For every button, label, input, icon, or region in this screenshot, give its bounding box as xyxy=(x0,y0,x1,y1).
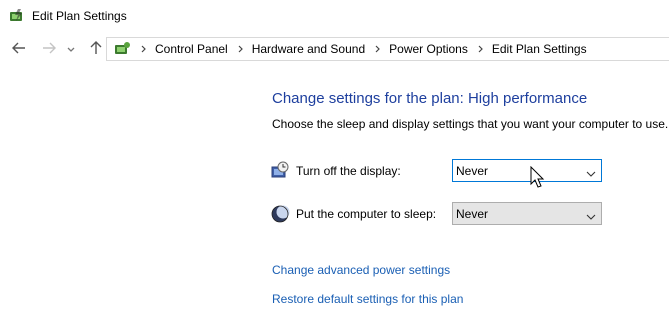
display-timeout-dropdown[interactable]: Never xyxy=(452,159,602,182)
arrow-up-icon xyxy=(90,40,102,58)
title-bar: Edit Plan Settings xyxy=(0,0,669,32)
chevron-right-icon xyxy=(476,44,486,54)
navigation-bar: Control Panel Hardware and Sound Power O… xyxy=(0,34,669,64)
display-setting-label: Turn off the display: xyxy=(296,164,401,178)
window-title: Edit Plan Settings xyxy=(32,9,127,23)
sleep-timeout-value: Never xyxy=(456,207,489,221)
chevron-down-icon xyxy=(586,210,596,220)
page-title: Change settings for the plan: High perfo… xyxy=(272,90,588,107)
power-options-icon xyxy=(9,8,25,24)
display-clock-icon xyxy=(270,161,290,181)
display-timeout-value: Never xyxy=(456,164,489,178)
chevron-right-icon xyxy=(373,44,383,54)
chevron-right-icon xyxy=(139,44,149,54)
chevron-down-icon xyxy=(67,42,75,56)
forward-button[interactable] xyxy=(40,39,58,59)
power-options-icon xyxy=(113,41,131,57)
sleep-setting-label: Put the computer to sleep: xyxy=(296,207,437,221)
up-button[interactable] xyxy=(87,39,105,59)
sleep-timeout-dropdown[interactable]: Never xyxy=(452,202,602,225)
back-button[interactable] xyxy=(10,39,28,59)
breadcrumb-edit-plan-settings[interactable]: Edit Plan Settings xyxy=(492,42,587,56)
arrow-right-icon xyxy=(42,42,56,57)
breadcrumb-control-panel[interactable]: Control Panel xyxy=(155,42,228,56)
page-description: Choose the sleep and display settings th… xyxy=(272,117,669,131)
arrow-left-icon xyxy=(12,42,26,57)
restore-default-settings-link[interactable]: Restore default settings for this plan xyxy=(272,292,463,306)
moon-sleep-icon xyxy=(270,204,290,224)
change-advanced-power-settings-link[interactable]: Change advanced power settings xyxy=(272,263,450,277)
breadcrumb-hardware-and-sound[interactable]: Hardware and Sound xyxy=(252,42,365,56)
chevron-down-icon xyxy=(586,167,596,177)
breadcrumb-power-options[interactable]: Power Options xyxy=(389,42,468,56)
chevron-right-icon xyxy=(236,44,246,54)
edit-plan-settings-window: Edit Plan Settings Control Panel Hardwar… xyxy=(0,0,669,318)
recent-locations-button[interactable] xyxy=(64,39,78,59)
address-bar[interactable]: Control Panel Hardware and Sound Power O… xyxy=(106,37,669,61)
